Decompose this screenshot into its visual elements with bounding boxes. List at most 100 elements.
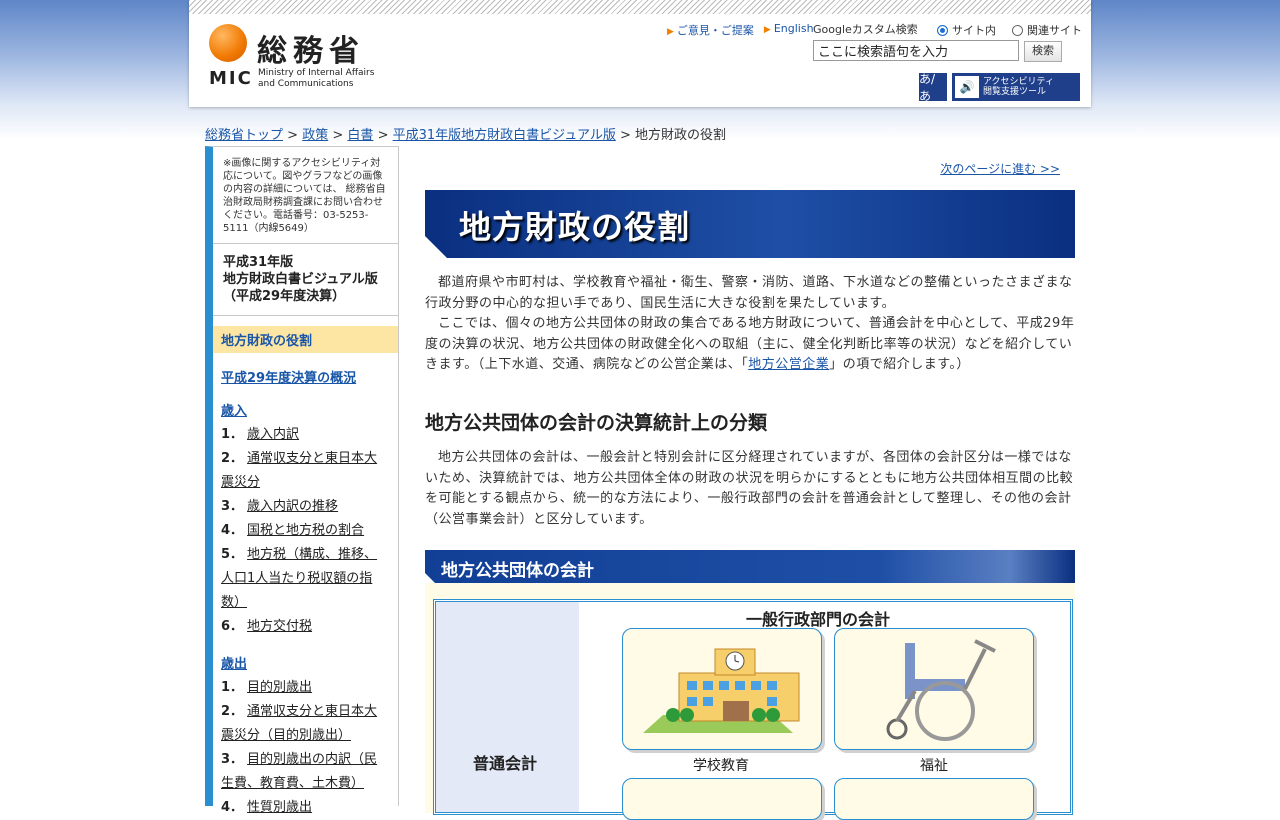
feedback-link-label: ご意見・ご提案 xyxy=(676,24,754,37)
ordinary-account-label: 普通会計 xyxy=(473,754,538,773)
sidebar-heading-expenditure[interactable]: 歳出 xyxy=(213,653,398,672)
breadcrumb-whitepaper[interactable]: 白書 xyxy=(347,128,373,143)
sidebar-item-revenue-5[interactable]: 5． 地方税（構成、推移、人口1人当たり税収額の指数） xyxy=(213,543,398,615)
speaker-icon: 🔊 xyxy=(955,76,979,98)
sidebar: ※画像に関するアクセシビリティ対応について。図やグラフなどの画像の内容の詳細につ… xyxy=(205,146,399,815)
search-button[interactable]: 検索 xyxy=(1024,41,1062,62)
item-label: 通常収支分と東日本大震災分（目的別歳出） xyxy=(221,704,378,743)
sidebar-item-overview[interactable]: 平成29年度決算の概況 xyxy=(213,367,398,386)
page-title: 地方財政の役割 xyxy=(459,208,691,246)
logo-en-line2: and Communications xyxy=(258,79,354,89)
wheelchair-icon xyxy=(886,639,996,741)
radio-site-label: サイト内 xyxy=(952,24,996,37)
sidebar-item-revenue-6[interactable]: 6． 地方交付税 xyxy=(213,615,398,639)
logo-sun-icon xyxy=(209,24,247,62)
section-text: 地方公共団体の会計は、一般会計と特別会計に区分経理されていますが、各団体の会計区… xyxy=(425,448,1075,530)
item-number: 1． xyxy=(221,427,244,442)
intro-paragraph-2: ここでは、個々の地方公共団体の財政の集合である地方財政について、普通会計を中心と… xyxy=(425,314,1075,376)
welfare-caption: 福祉 xyxy=(920,758,948,774)
section-paragraph: 地方公共団体の会計は、一般会計と特別会計に区分経理されていますが、各団体の会計区… xyxy=(425,450,1074,527)
item-number: 3． xyxy=(221,752,244,767)
diagram-left-column: 普通会計 xyxy=(436,602,579,812)
radio-related-label: 関連サイト xyxy=(1027,24,1082,37)
english-link[interactable]: ▶ English xyxy=(764,22,814,38)
item-number: 2． xyxy=(221,704,244,719)
arrow-right-icon: ▶ xyxy=(667,27,674,37)
accessibility-tool-button[interactable]: 🔊 アクセシビリティ 閲覧支援ツール xyxy=(952,73,1080,101)
radio-related[interactable]: 関連サイト xyxy=(1012,22,1082,38)
a11y-line2: 閲覧支援ツール xyxy=(983,87,1047,97)
item-label: 通常収支分と東日本大震災分 xyxy=(221,451,378,490)
search-input[interactable] xyxy=(813,40,1019,61)
sidebar-item-expenditure-2[interactable]: 2． 通常収支分と東日本大震災分（目的別歳出） xyxy=(213,700,398,748)
feedback-link[interactable]: ▶ ご意見・ご提案 xyxy=(667,22,754,38)
breadcrumb-sep: > xyxy=(287,128,299,143)
search-scope: サイト内 関連サイト xyxy=(937,22,1082,38)
breadcrumb-top[interactable]: 総務省トップ xyxy=(205,128,283,143)
sidebar-title-line1: 平成31年版 xyxy=(223,255,294,270)
breadcrumb-sep: > xyxy=(620,128,631,143)
breadcrumb-sep: > xyxy=(377,128,389,143)
school-caption: 学校教育 xyxy=(693,758,749,774)
english-link-label: English xyxy=(773,22,814,35)
logo-en-line1: Ministry of Internal Affairs xyxy=(258,68,375,78)
item-label: 地方税（構成、推移、人口1人当たり税収額の指数） xyxy=(221,547,378,610)
local-public-enterprise-link[interactable]: 地方公営企業 xyxy=(748,357,829,372)
diagram-card-3 xyxy=(622,778,822,820)
header-links: ▶ ご意見・ご提案 ▶ English xyxy=(667,22,814,38)
a11y-line1: アクセシビリティ xyxy=(983,77,1055,87)
site-header: 総務省 MIC Ministry of Internal Affairs and… xyxy=(189,0,1091,107)
mic-logo[interactable]: 総務省 MIC Ministry of Internal Affairs and… xyxy=(209,24,399,90)
next-page-link[interactable]: 次のページに進む >> xyxy=(940,160,1060,177)
breadcrumb-policy[interactable]: 政策 xyxy=(302,128,328,143)
google-custom-search-label: Googleカスタム検索 xyxy=(813,23,918,36)
banner-notch xyxy=(425,236,447,258)
item-number: 6． xyxy=(221,619,244,634)
breadcrumb-visual[interactable]: 平成31年版地方財政白書ビジュアル版 xyxy=(393,128,616,143)
sidebar-item-current[interactable]: 地方財政の役割 xyxy=(213,326,398,353)
subbar-notch xyxy=(425,573,435,583)
section-heading: 地方公共団体の会計の決算統計上の分類 xyxy=(425,412,768,434)
header-stripe xyxy=(189,0,1091,14)
font-size-button[interactable]: あ/あ xyxy=(919,72,947,103)
item-label: 歳入内訳の推移 xyxy=(247,499,339,514)
sidebar-title-line2: 地方財政白書ビジュアル版 xyxy=(223,272,378,287)
breadcrumb-current: 地方財政の役割 xyxy=(635,128,727,143)
sidebar-item-expenditure-3[interactable]: 3． 目的別歳出の内訳（民生費、教育費、土木費） xyxy=(213,748,398,796)
item-label: 国税と地方税の割合 xyxy=(247,523,365,538)
item-label: 目的別歳出の内訳（民生費、教育費、土木費） xyxy=(221,752,378,791)
sidebar-item-expenditure-1[interactable]: 1． 目的別歳出 xyxy=(213,676,398,700)
breadcrumb-sep: > xyxy=(332,128,344,143)
sidebar-title-line3: （平成29年度決算） xyxy=(223,289,346,304)
sidebar-item-revenue-2[interactable]: 2． 通常収支分と東日本大震災分 xyxy=(213,447,398,495)
accounts-diagram: 普通会計 一般行政部門の会計 学校教育 福祉 xyxy=(425,583,1075,820)
item-label: 性質別歳出 xyxy=(247,800,313,815)
item-number: 5． xyxy=(221,547,244,562)
breadcrumb: 総務省トップ > 政策 > 白書 > 平成31年版地方財政白書ビジュアル版 > … xyxy=(205,124,726,143)
sidebar-item-revenue-1[interactable]: 1． 歳入内訳 xyxy=(213,423,398,447)
logo-mic-text: MIC xyxy=(209,68,253,89)
page-title-banner: 地方財政の役割 xyxy=(425,190,1075,258)
radio-unchecked-icon xyxy=(1012,25,1023,36)
item-label: 目的別歳出 xyxy=(247,680,313,695)
sidebar-item-revenue-3[interactable]: 3． 歳入内訳の推移 xyxy=(213,495,398,519)
arrow-right-icon: ▶ xyxy=(763,25,771,35)
item-number: 4． xyxy=(221,800,244,815)
sidebar-item-revenue-4[interactable]: 4． 国税と地方税の割合 xyxy=(213,519,398,543)
sidebar-heading-revenue[interactable]: 歳入 xyxy=(213,400,398,419)
diagram-title: 地方公共団体の会計 xyxy=(441,561,594,581)
intro-p2-text-b: 」の項で紹介します。） xyxy=(829,357,970,372)
diagram-frame: 普通会計 一般行政部門の会計 学校教育 福祉 xyxy=(433,599,1073,820)
logo-japanese-text: 総務省 xyxy=(257,34,365,69)
accessibility-tool-label: アクセシビリティ 閲覧支援ツール xyxy=(983,77,1054,97)
item-label: 歳入内訳 xyxy=(247,427,300,442)
welfare-card xyxy=(834,628,1034,750)
logo-english-text: Ministry of Internal Affairs and Communi… xyxy=(258,68,374,90)
intro-paragraph-1: 都道府県や市町村は、学校教育や福祉・衛生、警察・消防、道路、下水道などの整備とい… xyxy=(425,275,1073,311)
item-number: 1． xyxy=(221,680,244,695)
intro-text: 都道府県や市町村は、学校教育や福祉・衛生、警察・消防、道路、下水道などの整備とい… xyxy=(425,273,1075,376)
radio-site[interactable]: サイト内 xyxy=(937,22,996,38)
radio-checked-icon xyxy=(937,25,948,36)
item-label: 地方交付税 xyxy=(247,619,313,634)
school-icon xyxy=(643,648,800,733)
